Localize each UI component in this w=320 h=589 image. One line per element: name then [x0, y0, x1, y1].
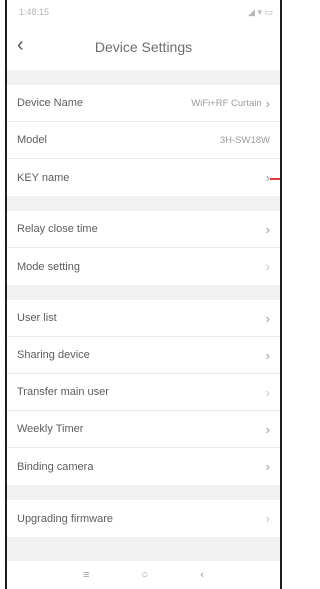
- row-label: Model: [17, 134, 47, 146]
- row-user-list[interactable]: User list ›: [7, 300, 280, 337]
- chevron-right-icon: ›: [265, 459, 270, 474]
- row-weekly-timer[interactable]: Weekly Timer ›: [7, 411, 280, 448]
- row-relay-close-time[interactable]: Relay close time ›: [7, 211, 280, 248]
- row-label: User list: [17, 312, 57, 324]
- chevron-right-icon: ›: [265, 384, 270, 400]
- section-gap: [7, 70, 280, 85]
- header: ‹ Device Settings: [7, 24, 280, 70]
- settings-group-users: User list › Sharing device › Transfer ma…: [7, 300, 280, 485]
- chevron-right-icon: ›: [265, 221, 270, 237]
- row-label: Relay close time: [17, 223, 98, 235]
- row-value: WiFi+RF Curtain: [191, 97, 262, 109]
- section-gap: [7, 196, 280, 211]
- settings-group-firmware: Upgrading firmware ›: [7, 500, 280, 537]
- row-label: Device Name: [17, 97, 84, 109]
- row-upgrading-firmware[interactable]: Upgrading firmware ›: [7, 500, 280, 537]
- chevron-right-icon: ›: [265, 310, 270, 326]
- row-value: 3H-SW18W: [219, 134, 270, 146]
- row-mode-setting[interactable]: Mode setting ›: [7, 248, 280, 285]
- row-label: KEY name: [17, 171, 70, 184]
- section-gap: [7, 485, 280, 500]
- row-label: Weekly Timer: [17, 423, 84, 435]
- chevron-right-icon: ›: [265, 511, 270, 526]
- chevron-right-icon: ›: [265, 95, 270, 111]
- row-device-name[interactable]: Device Name WiFi+RF Curtain ›: [7, 85, 280, 122]
- status-icons: ◢ ▾ ▭: [248, 6, 273, 17]
- red-marker-line: [270, 177, 280, 180]
- row-transfer-main-user[interactable]: Transfer main user ›: [7, 374, 280, 411]
- status-time: 1:48:15: [19, 7, 50, 17]
- back-arrow-icon[interactable]: ‹: [17, 34, 24, 56]
- phone-screen: 1:48:15 ◢ ▾ ▭ ‹ Device Settings Device N…: [5, 0, 282, 589]
- row-model: Model 3H-SW18W: [7, 122, 280, 159]
- page-title: Device Settings: [94, 39, 193, 55]
- system-nav-bar: ≡ ○ ‹: [7, 561, 280, 589]
- section-gap: [7, 285, 280, 300]
- settings-group-device: Device Name WiFi+RF Curtain › Model 3H-S…: [7, 85, 280, 196]
- home-icon[interactable]: ○: [142, 569, 149, 581]
- chevron-right-icon: ›: [265, 421, 270, 437]
- row-label: Mode setting: [17, 260, 80, 273]
- row-sharing-device[interactable]: Sharing device ›: [7, 337, 280, 374]
- back-icon[interactable]: ‹: [200, 569, 204, 581]
- row-label: Transfer main user: [17, 386, 109, 398]
- row-label: Upgrading firmware: [17, 512, 113, 525]
- settings-group-relay: Relay close time › Mode setting ›: [7, 211, 280, 285]
- row-key-name[interactable]: KEY name ›: [7, 159, 280, 196]
- menu-icon[interactable]: ≡: [83, 569, 89, 581]
- chevron-right-icon: ›: [265, 259, 270, 274]
- row-label: Sharing device: [17, 349, 90, 361]
- row-binding-camera[interactable]: Binding camera ›: [7, 448, 280, 485]
- status-bar: 1:48:15 ◢ ▾ ▭: [7, 0, 280, 24]
- chevron-right-icon: ›: [265, 347, 270, 363]
- row-label: Binding camera: [17, 460, 94, 473]
